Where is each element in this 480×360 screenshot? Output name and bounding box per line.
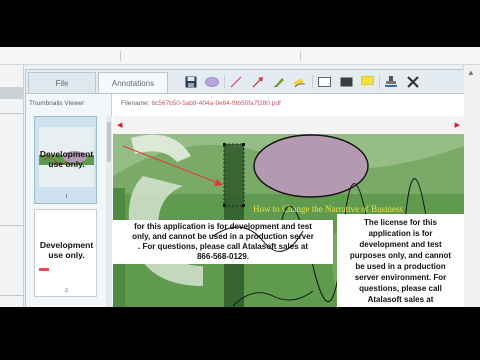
sticky-note-icon[interactable]: [358, 73, 376, 91]
delete-icon[interactable]: [404, 73, 422, 91]
thumbnail-page-number: 1: [65, 194, 68, 200]
divider: [0, 225, 24, 226]
thumbnails-title: Thumbnails Viewer: [29, 100, 85, 107]
scroll-up-icon[interactable]: ▲: [467, 68, 475, 77]
document-page[interactable]: How to Change the Narrative of Business …: [113, 116, 464, 307]
tab-annotations[interactable]: Annotations: [98, 72, 168, 93]
ellipse-icon[interactable]: [203, 73, 221, 91]
left-gutter: [0, 65, 24, 307]
page-next-icon[interactable]: ▶: [455, 121, 460, 129]
thumbnail-page-1[interactable]: Development use only. 1: [34, 116, 97, 204]
freehand-pen-icon[interactable]: [270, 73, 288, 91]
thumbnail-page-2[interactable]: Development use only. 2: [34, 209, 97, 297]
text-line: development and test: [359, 240, 442, 249]
page-prev-icon[interactable]: ◀: [117, 121, 122, 129]
divider: [300, 51, 301, 61]
screen: ▲ File Annotations Thumbnails Viewer Dev…: [0, 0, 480, 360]
arrow-icon[interactable]: [249, 73, 267, 91]
scrollbar-thumb[interactable]: [107, 122, 111, 162]
thumbnails-scrollbar[interactable]: [106, 116, 112, 307]
page-scrollbar[interactable]: ▲: [463, 65, 480, 307]
divider: [0, 113, 24, 114]
text-line: purposes only, and cannot: [349, 251, 452, 260]
thumbnail-text-line1: Development: [39, 149, 94, 159]
filename-row: Filename: 6c567b50-5ab9-404a-9e64-f9b50f…: [121, 100, 281, 107]
text-line: be used in a production: [355, 262, 446, 271]
text-line: only, and cannot be used in a production…: [132, 232, 314, 241]
tab-file[interactable]: File: [28, 72, 96, 93]
gutter-band: [0, 87, 24, 99]
thumbnail-text-line2: use only.: [48, 159, 85, 169]
text-line: 866-568-0129.: [196, 252, 250, 261]
thumbnails-panel: Thumbnails Viewer Development use only.: [26, 94, 112, 307]
browser-toolbar-strip: [0, 47, 480, 65]
highlighter-icon[interactable]: [291, 73, 309, 91]
thumbnail-image: Development use only.: [39, 127, 94, 187]
text-line: questions, please call: [359, 284, 442, 293]
letterbox-bottom: [0, 307, 480, 360]
save-icon[interactable]: [182, 73, 200, 91]
rubber-stamp-icon[interactable]: [382, 73, 400, 91]
main-document-panel: Filename: 6c567b50-5ab9-404a-9e64-f9b50f…: [113, 94, 464, 307]
license-text-left: for this application is for development …: [113, 222, 333, 262]
viewer-tab-bar: File Annotations: [26, 70, 464, 94]
rectangle-outline-icon[interactable]: [315, 73, 333, 91]
divider: [0, 295, 24, 296]
text-line: application is for: [368, 229, 433, 238]
thumbnail-image: Development use only.: [39, 220, 94, 280]
thumbnail-text-line2: use only.: [48, 250, 85, 260]
thumbnail-page-number: 2: [65, 288, 68, 294]
divider: [312, 75, 313, 89]
annotation-toolbar: [174, 72, 464, 92]
document-viewer: File Annotations Thumbnails Viewer Devel…: [25, 69, 464, 307]
divider: [224, 75, 225, 89]
letterbox-top: [0, 0, 480, 47]
divider: [379, 75, 380, 89]
browser-window: ▲ File Annotations Thumbnails Viewer Dev…: [0, 47, 480, 307]
divider: [120, 51, 121, 61]
document-heading: How to Change the Narrative of Business: [253, 204, 403, 214]
text-line: The license for this: [364, 218, 437, 227]
thumbnail-text-line1: Development: [39, 240, 94, 250]
text-line: Atalasoft sales at: [367, 295, 434, 304]
text-line: . For questions, please call Atalasoft s…: [138, 242, 308, 251]
filename-label: Filename:: [121, 100, 150, 107]
text-line: server environment. For: [354, 273, 447, 282]
filename-value: 6c567b50-5ab9-404a-9e64-f9b50fa7f280.pdf: [151, 100, 281, 107]
line-icon[interactable]: [227, 73, 245, 91]
license-text-right: The license for this application is for …: [337, 217, 464, 305]
text-line: for this application is for development …: [134, 222, 312, 231]
filled-rectangle-icon[interactable]: [337, 73, 355, 91]
